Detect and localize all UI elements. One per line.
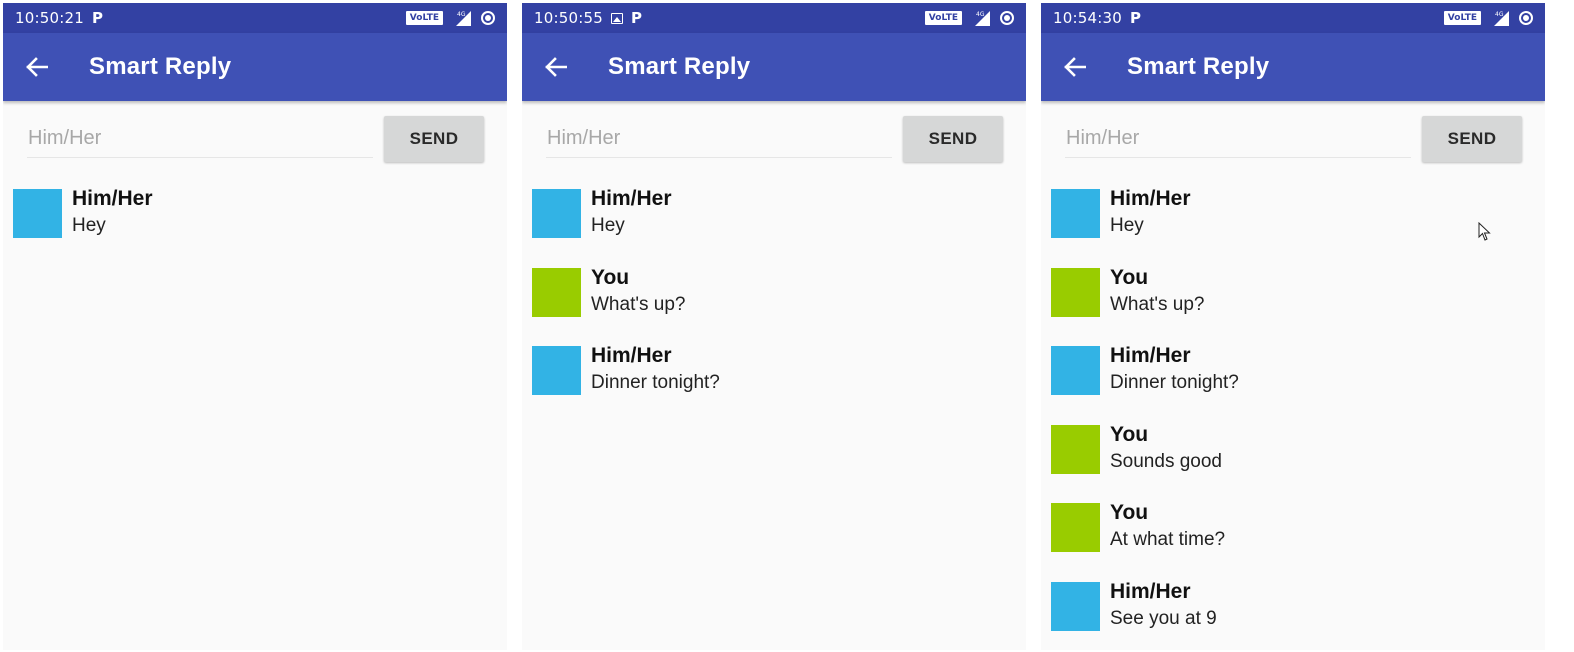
composer: SEND (1041, 101, 1545, 181)
avatar (532, 189, 581, 238)
send-button[interactable]: SEND (1422, 116, 1522, 162)
image-icon (610, 12, 623, 24)
avatar (1051, 189, 1100, 238)
message-text: Hey (1110, 215, 1144, 236)
message-text: Hey (72, 215, 106, 236)
app-bar: Smart Reply (522, 33, 1026, 101)
p-icon: P (630, 9, 642, 27)
message-sender: You (591, 265, 630, 289)
avatar (1051, 424, 1100, 474)
message-item: You What's up? (522, 266, 1026, 345)
avatar (1051, 346, 1100, 395)
message-list: Him/Her Hey You What's up? Him/Her Dinne… (522, 187, 1026, 423)
phone-screen-3: 10:54:30 P VoLTE 4G Smart Reply SEND Him… (1041, 3, 1545, 650)
message-text: Dinner tonight? (1110, 372, 1239, 393)
message-item: You At what time? (1041, 501, 1545, 580)
app-bar: Smart Reply (1041, 33, 1545, 101)
message-item: You What's up? (1041, 266, 1545, 345)
message-input[interactable] (546, 121, 892, 158)
composer: SEND (3, 101, 507, 181)
message-item: You Sounds good (1041, 423, 1545, 502)
back-arrow-icon[interactable] (544, 55, 568, 79)
status-bar: 10:50:55 P VoLTE 4G (522, 3, 1026, 33)
avatar (1051, 267, 1100, 317)
mouse-cursor-icon (1478, 222, 1491, 241)
message-sender: Him/Her (591, 344, 672, 367)
circle-icon (481, 11, 495, 25)
message-sender: Him/Her (1110, 187, 1191, 210)
avatar (532, 267, 581, 317)
page-title: Smart Reply (89, 53, 232, 80)
volte-icon: VoLTE (405, 11, 443, 25)
signal-icon: 4G (1489, 10, 1511, 26)
p-icon: P (1129, 9, 1141, 27)
status-bar: 10:50:21 P VoLTE 4G (3, 3, 507, 33)
message-item: Him/Her Dinner tonight? (1041, 344, 1545, 423)
send-button[interactable]: SEND (903, 116, 1003, 162)
circle-icon (1519, 11, 1533, 25)
volte-icon: VoLTE (924, 11, 962, 25)
message-text: What's up? (1110, 293, 1205, 315)
avatar (13, 189, 62, 238)
message-item: Him/Her Hey (1041, 187, 1545, 266)
svg-text:4G: 4G (976, 11, 985, 18)
back-arrow-icon[interactable] (25, 55, 49, 79)
p-icon: P (91, 9, 103, 27)
message-text: What's up? (591, 293, 686, 315)
message-sender: You (1110, 422, 1149, 446)
message-list: Him/Her Hey You What's up? Him/Her Dinne… (1041, 187, 1545, 650)
message-input[interactable] (1065, 121, 1411, 158)
message-text: Dinner tonight? (591, 372, 720, 393)
status-bar: 10:54:30 P VoLTE 4G (1041, 3, 1545, 33)
status-time: 10:54:30 (1053, 9, 1122, 27)
message-item: Him/Her Hey (3, 187, 507, 266)
avatar (532, 346, 581, 395)
composer: SEND (522, 101, 1026, 181)
avatar (1051, 581, 1100, 631)
page-title: Smart Reply (1127, 53, 1270, 80)
send-button[interactable]: SEND (384, 116, 484, 162)
app-bar: Smart Reply (3, 33, 507, 101)
message-text: See you at 9 (1110, 607, 1217, 629)
message-text: At what time? (1110, 529, 1226, 550)
message-sender: Him/Her (1110, 344, 1191, 367)
svg-text:4G: 4G (1495, 11, 1504, 18)
message-input[interactable] (27, 121, 373, 158)
status-time: 10:50:55 (534, 9, 603, 27)
status-time: 10:50:21 (15, 9, 84, 27)
message-text: Hey (591, 215, 625, 236)
message-list: Him/Her Hey (3, 187, 507, 266)
message-sender: Him/Her (591, 187, 672, 210)
volte-icon: VoLTE (1443, 11, 1481, 25)
message-text: Sounds good (1110, 450, 1222, 472)
page-title: Smart Reply (608, 53, 751, 80)
message-sender: You (1110, 501, 1149, 524)
phone-screen-2: 10:50:55 P VoLTE 4G Smart Reply SEND Him… (522, 3, 1026, 650)
circle-icon (1000, 11, 1014, 25)
message-item: Him/Her See you at 9 (1041, 580, 1545, 651)
message-sender: Him/Her (1110, 579, 1191, 603)
message-sender: You (1110, 265, 1149, 289)
svg-text:4G: 4G (457, 11, 466, 18)
signal-icon: 4G (451, 10, 473, 26)
message-item: Him/Her Dinner tonight? (522, 344, 1026, 423)
message-item: Him/Her Hey (522, 187, 1026, 266)
back-arrow-icon[interactable] (1063, 55, 1087, 79)
signal-icon: 4G (970, 10, 992, 26)
phone-screen-1: 10:50:21 P VoLTE 4G Smart Reply SEND Him… (3, 3, 507, 650)
message-sender: Him/Her (72, 187, 153, 210)
avatar (1051, 503, 1100, 552)
